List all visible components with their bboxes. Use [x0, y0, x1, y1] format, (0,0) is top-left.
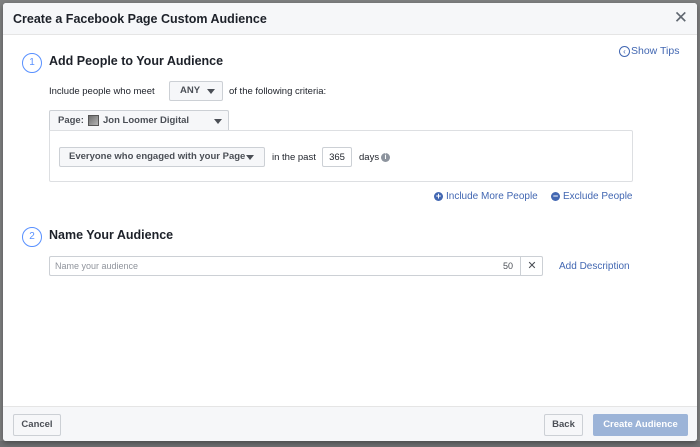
audience-name-input[interactable]: [50, 257, 520, 275]
char-count: 50: [503, 261, 514, 271]
show-tips-link[interactable]: ‹ Show Tips: [619, 45, 679, 57]
exclude-people-link[interactable]: − Exclude People: [551, 191, 633, 202]
page-avatar: [88, 115, 99, 126]
engagement-type-label: Everyone who engaged with your Page: [69, 151, 246, 162]
include-prefix-text: Include people who meet: [49, 86, 155, 97]
chevron-down-icon: [246, 155, 254, 160]
step-number-1: 1: [22, 53, 42, 73]
dialog-title: Create a Facebook Page Custom Audience: [13, 12, 267, 26]
in-the-past-text: in the past: [272, 152, 316, 163]
minus-circle-icon: −: [551, 191, 560, 201]
show-tips-label: Show Tips: [631, 45, 680, 57]
retention-days-input[interactable]: [322, 147, 352, 167]
chevron-down-icon: [214, 119, 222, 124]
page-selector-dropdown[interactable]: Page: Jon Loomer Digital: [49, 110, 229, 130]
page-name: Jon Loomer Digital: [103, 115, 190, 126]
page-backdrop: [0, 441, 700, 447]
match-any-dropdown[interactable]: ANY: [169, 81, 223, 101]
create-audience-button[interactable]: Create Audience: [593, 414, 688, 436]
back-button[interactable]: Back: [544, 414, 583, 436]
engagement-type-dropdown[interactable]: Everyone who engaged with your Page: [59, 147, 265, 167]
page-label: Page:: [58, 115, 84, 126]
include-more-people-link[interactable]: + Include More People: [434, 191, 538, 202]
criteria-box: Everyone who engaged with your Page in t…: [49, 130, 633, 182]
include-more-label: Include More People: [446, 191, 538, 202]
section-title-name-audience: Name Your Audience: [49, 228, 174, 242]
dialog-header: Create a Facebook Page Custom Audience ✕: [3, 3, 697, 35]
step-number-2: 2: [22, 227, 42, 247]
chevron-down-icon: [207, 89, 215, 94]
cancel-button[interactable]: Cancel: [13, 414, 61, 436]
add-description-link[interactable]: Add Description: [559, 261, 630, 272]
exclude-label: Exclude People: [563, 191, 633, 202]
clear-icon[interactable]: ✕: [520, 257, 543, 275]
info-icon[interactable]: i: [381, 153, 390, 162]
include-suffix-text: of the following criteria:: [229, 86, 327, 97]
close-icon[interactable]: ✕: [674, 9, 688, 27]
plus-circle-icon: +: [434, 191, 443, 201]
days-label: days: [359, 152, 380, 163]
match-any-label: ANY: [180, 85, 201, 96]
custom-audience-dialog: Create a Facebook Page Custom Audience ✕…: [3, 3, 697, 441]
audience-name-field: 50 ✕: [49, 256, 543, 276]
dialog-footer: Cancel Back Create Audience: [3, 406, 697, 441]
chevron-left-circle-icon: ‹: [619, 45, 630, 57]
section-title-add-people: Add People to Your Audience: [49, 54, 224, 68]
